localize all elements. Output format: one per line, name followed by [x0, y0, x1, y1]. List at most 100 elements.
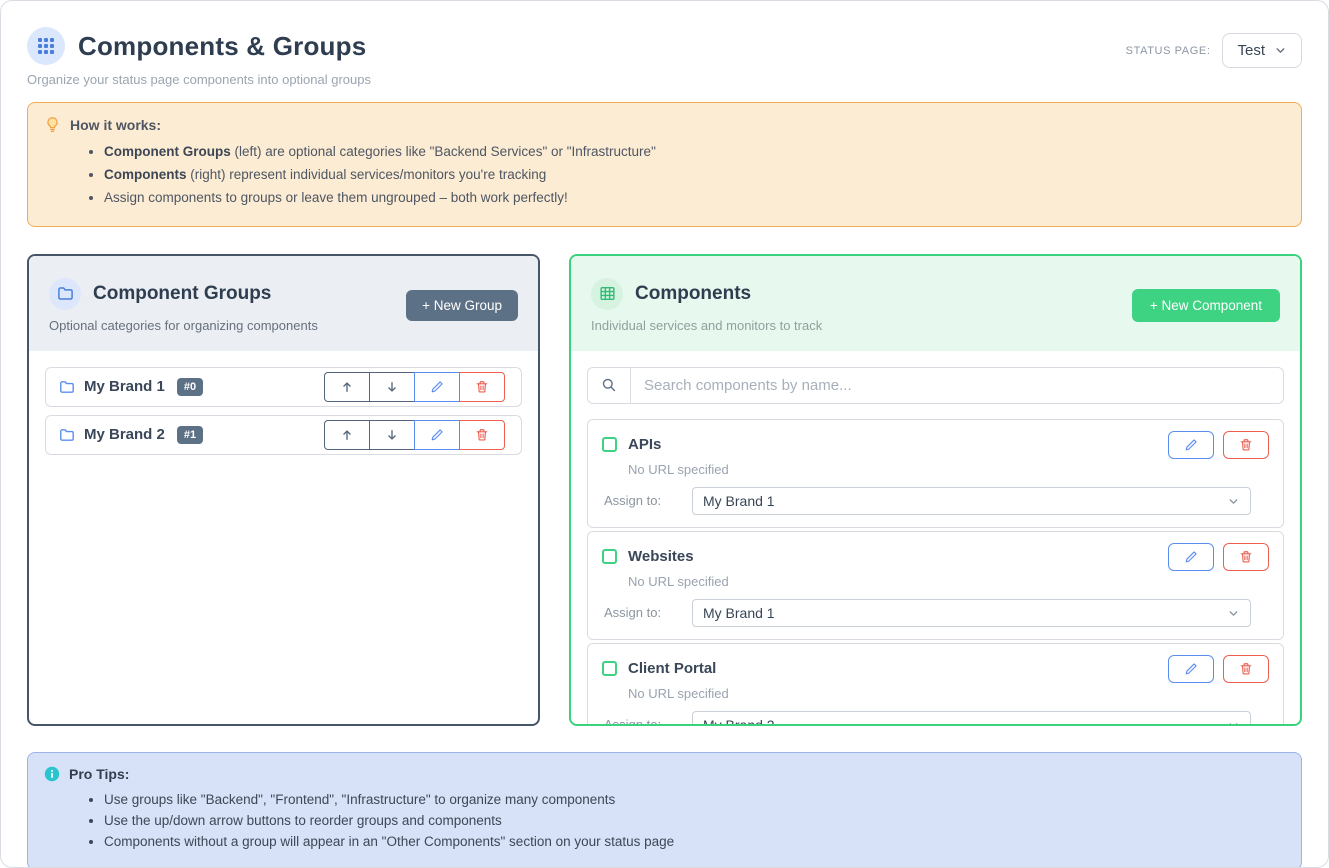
chevron-down-icon — [1227, 607, 1240, 620]
assign-group-select[interactable]: My Brand 1 — [692, 599, 1251, 627]
how-it-works-box: How it works: Component Groups (left) ar… — [27, 102, 1302, 227]
group-actions — [324, 420, 505, 450]
panels-row: Component Groups Optional categories for… — [27, 254, 1302, 726]
component-card: Client Portal No URL specified Assign to… — [587, 643, 1284, 726]
assign-group-value: My Brand 1 — [703, 605, 775, 621]
new-group-button[interactable]: + New Group — [406, 290, 518, 321]
folder-icon — [59, 379, 75, 395]
component-groups-panel: Component Groups Optional categories for… — [27, 254, 540, 726]
status-page-value: Test — [1237, 42, 1265, 59]
edit-component-button[interactable] — [1168, 431, 1214, 459]
page-header: Components & Groups Organize your status… — [27, 27, 1302, 87]
status-page-label: STATUS PAGE: — [1126, 45, 1211, 57]
edit-group-button[interactable] — [414, 420, 460, 450]
component-search — [587, 367, 1284, 404]
trash-icon — [475, 428, 489, 442]
pencil-icon — [1184, 550, 1198, 564]
checkbox-icon[interactable] — [602, 549, 617, 564]
component-name: APIs — [628, 436, 661, 453]
trash-icon — [475, 380, 489, 394]
instruction-item: Components (right) represent individual … — [104, 164, 1285, 187]
component-name: Websites — [628, 548, 694, 565]
edit-component-button[interactable] — [1168, 655, 1214, 683]
chevron-down-icon — [1227, 495, 1240, 508]
assign-group-value: My Brand 2 — [703, 717, 775, 726]
edit-group-button[interactable] — [414, 372, 460, 402]
pencil-icon — [1184, 662, 1198, 676]
group-actions — [324, 372, 505, 402]
assign-to-label: Assign to: — [604, 493, 692, 508]
page-subtitle: Organize your status page components int… — [27, 72, 371, 87]
groups-panel-subtitle: Optional categories for organizing compo… — [49, 318, 318, 333]
chevron-down-icon — [1227, 719, 1240, 726]
assign-group-select[interactable]: My Brand 2 — [692, 711, 1251, 726]
status-page-switcher: STATUS PAGE: Test — [1126, 33, 1302, 68]
trash-icon — [1239, 550, 1253, 564]
component-url-status: No URL specified — [628, 574, 1269, 589]
components-list: APIs No URL specified Assign to: My Bran… — [571, 351, 1300, 726]
assign-to-label: Assign to: — [604, 605, 692, 620]
instruction-item: Assign components to groups or leave the… — [104, 187, 1285, 210]
how-it-works-title: How it works: — [70, 117, 161, 133]
instruction-item: Component Groups (left) are optional cat… — [104, 141, 1285, 164]
component-url-status: No URL specified — [628, 462, 1269, 477]
delete-group-button[interactable] — [459, 420, 505, 450]
assign-to-label: Assign to: — [604, 717, 692, 726]
assign-group-select[interactable]: My Brand 1 — [692, 487, 1251, 515]
delete-group-button[interactable] — [459, 372, 505, 402]
grid-icon — [27, 27, 65, 65]
pencil-icon — [1184, 438, 1198, 452]
move-up-button[interactable] — [324, 372, 370, 402]
search-input[interactable] — [630, 367, 1284, 404]
move-down-button[interactable] — [369, 372, 415, 402]
groups-panel-title: Component Groups — [93, 283, 271, 305]
info-icon — [44, 766, 60, 782]
delete-component-button[interactable] — [1223, 543, 1269, 571]
pro-tips-title: Pro Tips: — [69, 766, 129, 782]
assign-group-value: My Brand 1 — [703, 493, 775, 509]
table-grid-icon — [591, 278, 623, 310]
components-panel-subtitle: Individual services and monitors to trac… — [591, 318, 822, 333]
arrow-down-icon — [385, 380, 399, 394]
tip-item: Components without a group will appear i… — [104, 832, 1285, 853]
group-order-badge: #0 — [177, 378, 203, 396]
component-url-status: No URL specified — [628, 686, 1269, 701]
components-panel: Components Individual services and monit… — [569, 254, 1302, 726]
checkbox-icon[interactable] — [602, 661, 617, 676]
component-card: Websites No URL specified Assign to: My … — [587, 531, 1284, 640]
pro-tips-box: Pro Tips: Use groups like "Backend", "Fr… — [27, 752, 1302, 868]
component-card: APIs No URL specified Assign to: My Bran… — [587, 419, 1284, 528]
group-name: My Brand 1 — [84, 378, 165, 395]
delete-component-button[interactable] — [1223, 431, 1269, 459]
arrow-up-icon — [340, 428, 354, 442]
arrow-up-icon — [340, 380, 354, 394]
pencil-icon — [430, 428, 444, 442]
lightbulb-icon — [44, 116, 61, 133]
pencil-icon — [430, 380, 444, 394]
groups-panel-header: Component Groups Optional categories for… — [29, 256, 538, 351]
delete-component-button[interactable] — [1223, 655, 1269, 683]
group-order-badge: #1 — [177, 426, 203, 444]
header-left: Components & Groups Organize your status… — [27, 27, 371, 87]
group-row: My Brand 2 #1 — [45, 415, 522, 455]
components-panel-title: Components — [635, 283, 751, 305]
page-title: Components & Groups — [78, 31, 366, 62]
folder-icon — [49, 278, 81, 310]
component-name: Client Portal — [628, 660, 716, 677]
folder-icon — [59, 427, 75, 443]
components-panel-header: Components Individual services and monit… — [571, 256, 1300, 351]
checkbox-icon[interactable] — [602, 437, 617, 452]
status-page-selector[interactable]: Test — [1222, 33, 1302, 68]
move-up-button[interactable] — [324, 420, 370, 450]
components-groups-page: Components & Groups Organize your status… — [0, 0, 1329, 868]
tip-item: Use groups like "Backend", "Frontend", "… — [104, 790, 1285, 811]
arrow-down-icon — [385, 428, 399, 442]
search-icon — [587, 367, 630, 404]
new-component-button[interactable]: + New Component — [1132, 289, 1280, 322]
edit-component-button[interactable] — [1168, 543, 1214, 571]
group-row: My Brand 1 #0 — [45, 367, 522, 407]
how-it-works-list: Component Groups (left) are optional cat… — [44, 141, 1285, 210]
groups-list: My Brand 1 #0 My Bra — [29, 351, 538, 479]
move-down-button[interactable] — [369, 420, 415, 450]
chevron-down-icon — [1274, 44, 1287, 57]
